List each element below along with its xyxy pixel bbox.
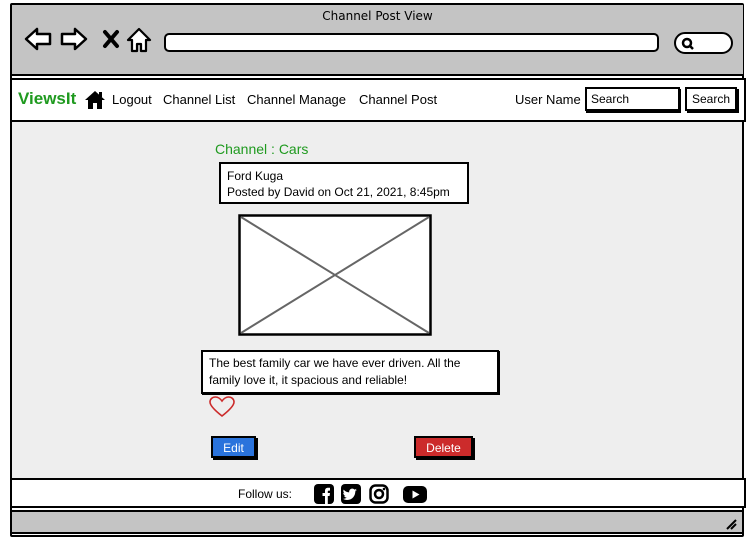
chrome-divider (10, 74, 744, 76)
heart-icon[interactable] (209, 396, 235, 422)
status-bar (10, 510, 744, 534)
post-meta: Posted by David on Oct 21, 2021, 8:45pm (227, 185, 450, 199)
resize-handle-icon[interactable] (724, 516, 738, 535)
follow-label: Follow us: (238, 487, 293, 501)
main-content: Channel : Cars Ford Kuga Posted by David… (10, 122, 744, 478)
post-header-card: Ford Kuga Posted by David on Oct 21, 202… (219, 162, 469, 204)
instagram-icon[interactable] (369, 484, 389, 508)
post-title: Ford Kuga (227, 169, 284, 183)
home-outline-icon[interactable] (126, 27, 152, 57)
url-bar[interactable] (164, 33, 659, 52)
twitter-icon[interactable] (341, 484, 361, 508)
back-arrow-icon[interactable] (24, 27, 52, 55)
search-button[interactable]: Search (685, 87, 737, 111)
home-icon[interactable] (84, 90, 106, 114)
youtube-icon[interactable] (403, 486, 427, 507)
footer: Follow us: (10, 478, 746, 508)
browser-search-button[interactable] (674, 32, 733, 54)
brand-logo[interactable]: ViewsIt (18, 89, 76, 109)
top-navbar: ViewsIt Logout Channel List Channel Mana… (10, 78, 746, 122)
post-body-text: The best family car we have ever driven.… (201, 350, 499, 394)
nav-link-channel-manage[interactable]: Channel Manage (247, 92, 346, 107)
user-name-label: User Name (515, 92, 581, 107)
nav-link-channel-post[interactable]: Channel Post (359, 92, 437, 107)
post-image-placeholder (238, 214, 432, 340)
forward-arrow-icon[interactable] (60, 27, 88, 55)
edit-button[interactable]: Edit (211, 436, 256, 458)
browser-titlebar: Channel Post View (12, 5, 743, 75)
close-x-icon[interactable] (102, 29, 120, 53)
window-title: Channel Post View (322, 9, 433, 23)
delete-button[interactable]: Delete (414, 436, 473, 458)
nav-link-logout[interactable]: Logout (112, 92, 152, 107)
nav-link-channel-list[interactable]: Channel List (163, 92, 235, 107)
facebook-icon[interactable] (314, 484, 334, 508)
search-input[interactable] (585, 87, 680, 111)
channel-heading: Channel : Cars (215, 141, 309, 157)
